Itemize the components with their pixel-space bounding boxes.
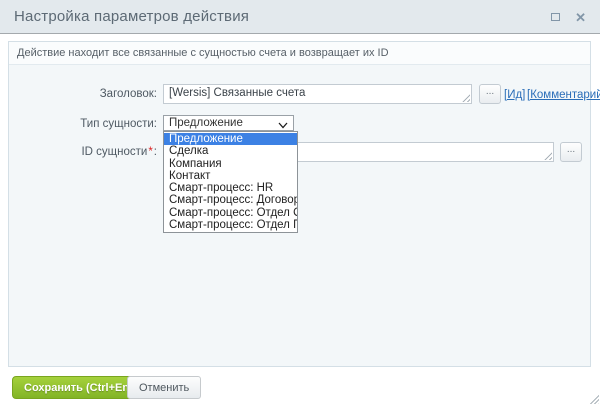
required-asterisk: * [148,146,152,158]
dropdown-option[interactable]: Смарт-процесс: Отдел ООиИ [164,207,297,219]
dropdown-option[interactable]: Сделка [164,145,297,157]
dropdown-option[interactable]: Контакт [164,170,297,182]
title-field-wrap: [Wersis] Связанные счета [163,84,472,104]
entity-type-dropdown: ПредложениеСделкаКомпанияКонтактСмарт-пр… [163,131,298,233]
cancel-button[interactable]: Отменить [127,376,201,399]
dropdown-option[interactable]: Смарт-процесс: Отдел ПСО [164,219,297,231]
dropdown-option[interactable]: Предложение [164,133,297,145]
window-resize-grip-icon[interactable] [588,393,599,404]
entity-type-label: Тип сущности: [0,118,157,130]
entity-type-select[interactable]: Предложение [163,115,294,131]
entity-id-label: ID сущности*: [0,146,157,158]
title-more-button[interactable]: ... [479,84,501,104]
dropdown-option[interactable]: Компания [164,158,297,170]
title-input[interactable]: [Wersis] Связанные счета [163,84,472,104]
dialog-header: Настройка параметров действия ✕ [0,0,600,34]
comment-link[interactable]: [Комментарий] [527,89,600,101]
entity-type-selected-value: Предложение [169,117,243,129]
maximize-icon[interactable] [551,13,560,21]
dialog-title: Настройка параметров действия [14,8,249,25]
close-icon[interactable]: ✕ [575,11,586,24]
dropdown-option[interactable]: Смарт-процесс: HR [164,182,297,194]
id-link[interactable]: [Ид] [504,89,525,101]
entity-id-more-button[interactable]: ... [560,142,582,162]
action-description: Действие находит все связанные с сущност… [9,42,590,65]
dropdown-option[interactable]: Смарт-процесс: Договоры [164,194,297,206]
window-controls: ✕ [551,0,586,34]
title-field-label: Заголовок: [0,88,157,100]
